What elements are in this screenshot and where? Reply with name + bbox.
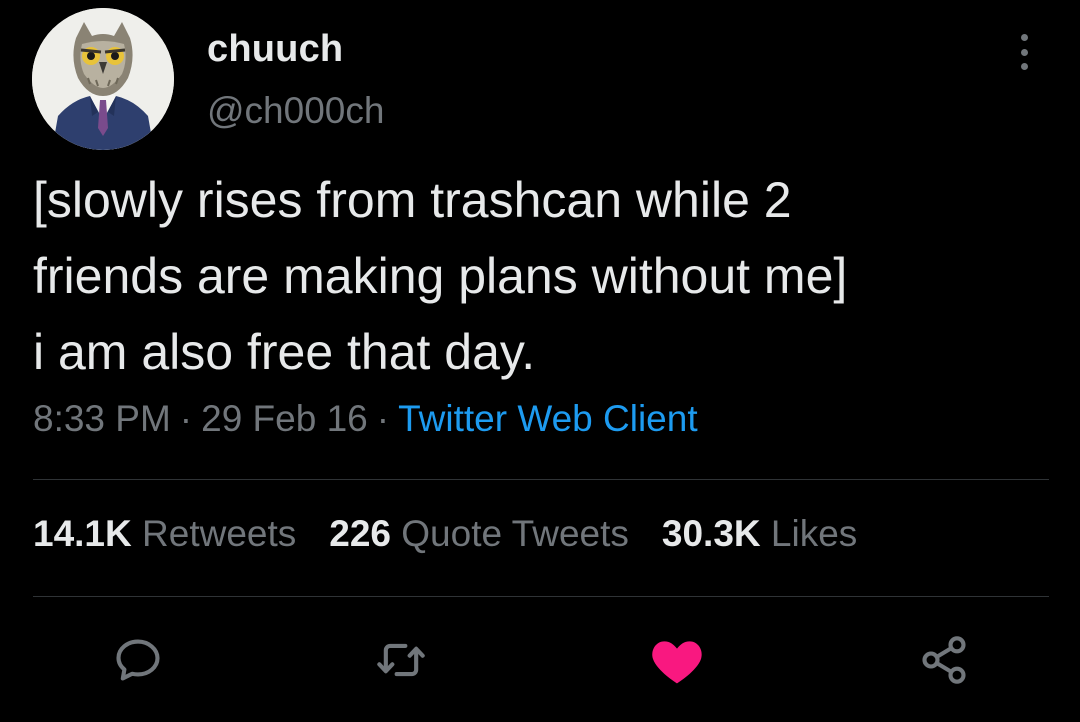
tweet-date[interactable]: 29 Feb 16	[201, 398, 368, 439]
retweet-icon	[377, 643, 425, 677]
likes-count: 30.3K	[661, 513, 761, 554]
tweet-source-link[interactable]: Twitter Web Client	[398, 398, 698, 439]
user-handle[interactable]: @ch000ch	[207, 90, 384, 132]
share-button[interactable]	[912, 630, 976, 690]
tweet-text-line: i am also free that day.	[33, 324, 536, 380]
meta-separator: ·	[179, 398, 193, 439]
retweets-count: 14.1K	[33, 513, 132, 554]
retweets-stat[interactable]: 14.1K Retweets	[33, 513, 296, 555]
divider	[33, 596, 1049, 597]
retweet-button[interactable]	[369, 630, 433, 690]
display-name[interactable]: chuuch	[207, 28, 343, 71]
more-dot	[1020, 63, 1028, 70]
likes-stat[interactable]: 30.3K Likes	[662, 513, 857, 555]
heart-icon	[652, 641, 702, 684]
engagement-stats: 14.1K Retweets 226 Quote Tweets 30.3K Li…	[33, 513, 890, 555]
tweet-actions	[0, 630, 1080, 690]
reply-icon	[116, 639, 160, 681]
tweet-detail: chuuch @ch000ch [slowly rises from trash…	[0, 0, 1080, 722]
like-button[interactable]	[645, 630, 709, 690]
owl-avatar-image	[32, 8, 174, 150]
more-options-icon[interactable]	[1010, 32, 1038, 72]
tweet-text: [slowly rises from trashcan while 2 frie…	[33, 162, 1043, 390]
more-dot	[1020, 34, 1028, 41]
tweet-meta: 8:33 PM · 29 Feb 16 · Twitter Web Client	[33, 398, 698, 440]
quote-tweets-count: 226	[329, 513, 391, 554]
tweet-text-line: friends are making plans without me]	[33, 248, 848, 304]
tweet-time[interactable]: 8:33 PM	[33, 398, 171, 439]
quote-tweets-label: Quote Tweets	[401, 513, 629, 554]
share-icon	[922, 636, 966, 684]
avatar[interactable]	[32, 8, 174, 150]
likes-label: Likes	[770, 513, 858, 554]
meta-separator: ·	[376, 398, 390, 439]
divider	[33, 479, 1049, 480]
tweet-text-line: [slowly rises from trashcan while 2	[33, 172, 792, 228]
reply-button[interactable]	[106, 630, 170, 690]
quote-tweets-stat[interactable]: 226 Quote Tweets	[329, 513, 629, 555]
more-dot	[1020, 48, 1028, 56]
retweets-label: Retweets	[142, 513, 297, 554]
